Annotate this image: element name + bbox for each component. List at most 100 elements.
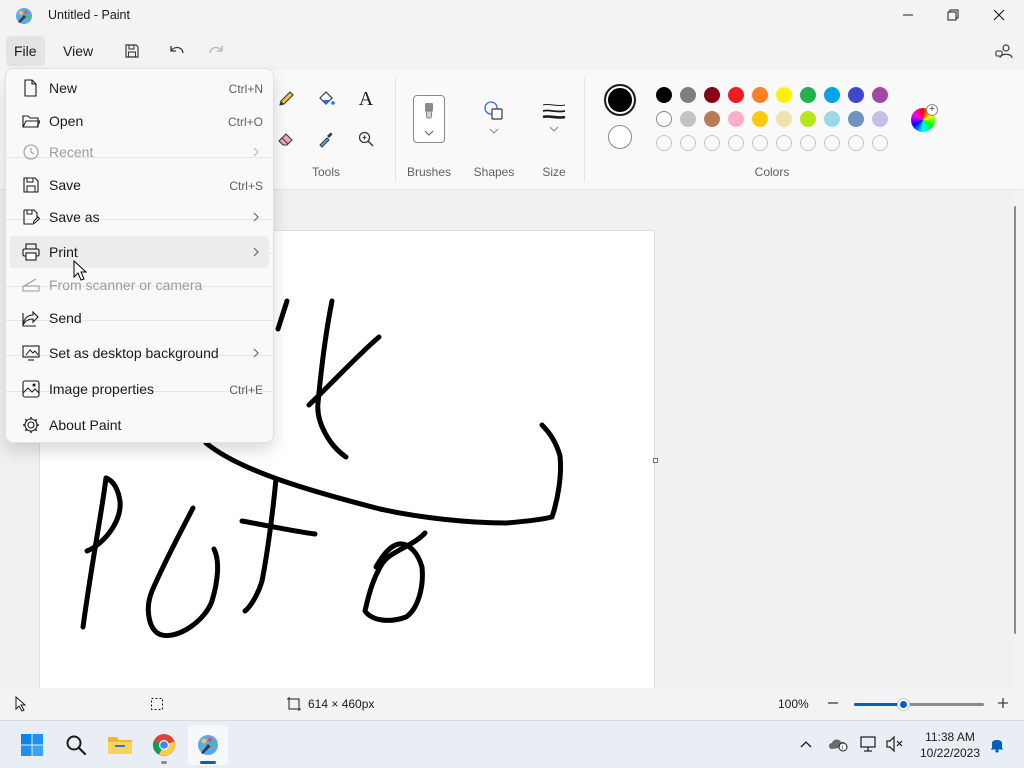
chevron-right-icon [251, 245, 261, 259]
chevron-right-icon [251, 210, 261, 224]
brush-icon [425, 103, 433, 119]
printer-icon [22, 243, 40, 261]
color-2-selector[interactable] [608, 125, 632, 149]
zoom-slider[interactable] [854, 698, 984, 711]
color-swatch[interactable] [752, 87, 768, 103]
menu-item-label: From scanner or camera [49, 277, 203, 293]
file-menu-item-send[interactable]: Send [10, 302, 269, 334]
menu-item-label: Save [49, 177, 81, 193]
canvas-resize-handle[interactable] [653, 458, 658, 463]
shapes-icon [484, 101, 503, 120]
vertical-scrollbar[interactable] [1014, 206, 1016, 634]
restore-button[interactable] [930, 0, 976, 30]
file-menu-item-image-properties[interactable]: Image properties Ctrl+E [10, 373, 269, 405]
file-menu-item-print[interactable]: Print [10, 236, 269, 268]
color-swatch[interactable] [728, 111, 744, 127]
custom-color-slot[interactable] [872, 135, 888, 151]
menu-item-label: Send [49, 310, 82, 326]
redo-icon[interactable] [199, 36, 233, 66]
zoom-slider-thumb[interactable] [896, 698, 910, 711]
file-explorer-icon[interactable] [100, 725, 140, 765]
file-menu-item-open[interactable]: Open Ctrl+O [10, 105, 269, 137]
color-swatch[interactable] [848, 111, 864, 127]
chevron-up-icon[interactable] [795, 733, 817, 755]
size-button[interactable] [538, 95, 570, 139]
windows-start-icon[interactable] [12, 725, 52, 765]
notification-bell-icon[interactable] [986, 733, 1008, 755]
color-1-selector[interactable] [604, 84, 636, 116]
file-menu-item-save-as[interactable]: Save as [10, 201, 269, 233]
gear-icon [22, 416, 40, 434]
file-menu-item-about-paint[interactable]: About Paint [10, 409, 269, 441]
color-picker-icon[interactable] [310, 123, 342, 155]
custom-color-slot[interactable] [656, 135, 672, 151]
color-swatch[interactable] [704, 111, 720, 127]
share-icon [22, 309, 40, 327]
color-swatch[interactable] [872, 87, 888, 103]
view-menu-button[interactable]: View [55, 36, 101, 66]
menu-item-shortcut: Ctrl+N [228, 82, 263, 96]
desktop-background-icon [22, 344, 40, 362]
color-swatch[interactable] [872, 111, 888, 127]
fill-bucket-icon[interactable] [310, 83, 342, 115]
save-icon[interactable] [115, 36, 149, 66]
minimize-button[interactable] [885, 0, 931, 30]
custom-color-slot[interactable] [704, 135, 720, 151]
taskbar: i 11:38 AM 10/22/2023 [0, 720, 1024, 768]
color-swatch[interactable] [656, 111, 672, 127]
color-swatch[interactable] [776, 87, 792, 103]
color-swatch[interactable] [800, 111, 816, 127]
custom-color-slot[interactable] [776, 135, 792, 151]
line-size-icon [542, 103, 566, 119]
magnifier-icon[interactable] [350, 123, 382, 155]
mouse-cursor [73, 260, 87, 282]
brushes-button[interactable] [413, 95, 445, 143]
share-account-icon[interactable] [987, 36, 1021, 66]
color-swatch[interactable] [656, 87, 672, 103]
color-swatch[interactable] [680, 111, 696, 127]
paint-icon[interactable] [188, 725, 228, 765]
window-title: Untitled - Paint [48, 8, 130, 22]
eraser-icon[interactable] [270, 123, 302, 155]
custom-color-slot[interactable] [680, 135, 696, 151]
color-swatch[interactable] [824, 111, 840, 127]
close-button[interactable] [976, 0, 1022, 30]
color-swatch[interactable] [776, 111, 792, 127]
selection-size-icon [150, 697, 164, 711]
file-menu-item-save[interactable]: Save Ctrl+S [10, 169, 269, 201]
search-icon[interactable] [56, 725, 96, 765]
shapes-button[interactable] [478, 95, 510, 139]
file-menu-item-set-as-desktop-background[interactable]: Set as desktop background [10, 337, 269, 369]
menu-item-shortcut: Ctrl+O [227, 115, 263, 129]
file-menu-item-from-scanner-or-camera: From scanner or camera [10, 269, 269, 301]
custom-color-slot[interactable] [848, 135, 864, 151]
chrome-icon[interactable] [144, 725, 184, 765]
pointer-position-icon [14, 696, 28, 712]
color-swatch[interactable] [800, 87, 816, 103]
text-icon[interactable]: A [350, 83, 382, 115]
color-swatch[interactable] [680, 87, 696, 103]
custom-color-slot[interactable] [824, 135, 840, 151]
zoom-in-button[interactable] [996, 696, 1010, 710]
chevron-right-icon [251, 346, 261, 360]
tools-group-label: Tools [311, 165, 340, 179]
onedrive-icon[interactable]: i [827, 733, 849, 755]
taskbar-clock[interactable]: 11:38 AM 10/22/2023 [912, 729, 988, 761]
menu-bar: File View [0, 32, 1024, 70]
undo-icon[interactable] [160, 36, 194, 66]
color-swatch[interactable] [848, 87, 864, 103]
custom-color-slot[interactable] [728, 135, 744, 151]
pencil-icon[interactable] [270, 83, 302, 115]
file-menu-button[interactable]: File [6, 36, 45, 66]
edit-colors-button[interactable]: + [911, 104, 938, 132]
file-menu-item-new[interactable]: New Ctrl+N [10, 72, 269, 104]
color-swatch[interactable] [728, 87, 744, 103]
color-swatch[interactable] [752, 111, 768, 127]
network-icon[interactable] [858, 733, 880, 755]
custom-color-slot[interactable] [752, 135, 768, 151]
volume-muted-icon[interactable] [884, 733, 906, 755]
color-swatch[interactable] [704, 87, 720, 103]
color-swatch[interactable] [824, 87, 840, 103]
custom-color-slot[interactable] [800, 135, 816, 151]
zoom-out-button[interactable] [826, 696, 840, 710]
